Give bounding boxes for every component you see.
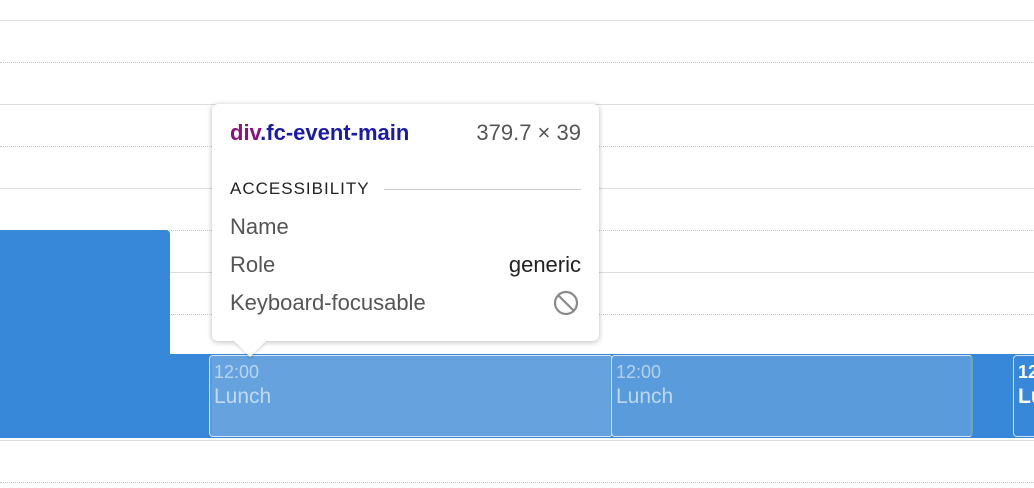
- event-time: 12:00: [214, 362, 260, 382]
- element-size: 379.7 × 39: [476, 120, 581, 145]
- a11y-key: Keyboard-focusable: [230, 290, 426, 315]
- tooltip-header: div.fc-event-main 379.7 × 39: [230, 120, 581, 150]
- slot-line: [0, 20, 1034, 21]
- a11y-value: generic: [508, 252, 581, 277]
- calendar-event-lunch-3[interactable]: 12 Lu: [1013, 355, 1034, 437]
- element-selector: div.fc-event-main: [230, 120, 409, 146]
- event-title: Lunch: [214, 385, 272, 408]
- section-label: ACCESSIBILITY: [230, 179, 370, 198]
- calendar-event-block[interactable]: [0, 230, 170, 354]
- selector-class: .fc-event-main: [260, 120, 410, 145]
- a11y-row-role: Role generic: [230, 246, 581, 284]
- event-time: 12:00: [616, 362, 662, 382]
- section-divider: [383, 188, 581, 190]
- selector-tag: div: [230, 120, 261, 145]
- slot-line: [0, 482, 1034, 483]
- event-title: Lu: [1018, 385, 1034, 408]
- event-time: 12: [1018, 362, 1034, 382]
- inspect-tooltip: div.fc-event-main 379.7 × 39 ACCESSIBILI…: [212, 104, 599, 341]
- slot-line: [0, 62, 1034, 63]
- slot-line: [0, 440, 1034, 441]
- calendar-event-lunch-1[interactable]: 12:00 Lunch: [209, 355, 613, 437]
- a11y-key: Role: [230, 252, 276, 277]
- accessibility-section-header: ACCESSIBILITY: [230, 178, 581, 200]
- a11y-row-keyboard-focusable: Keyboard-focusable: [230, 284, 581, 322]
- blocked-icon: [553, 290, 579, 316]
- event-title: Lunch: [616, 385, 674, 408]
- a11y-row-name: Name: [230, 208, 581, 246]
- calendar-event-lunch-2[interactable]: 12:00 Lunch: [611, 355, 973, 437]
- calendar-view: 12:00 Lunch 12:00 Lunch 12 Lu div.fc-eve…: [0, 0, 1034, 488]
- a11y-key: Name: [230, 214, 289, 239]
- tooltip-arrow: [234, 341, 266, 357]
